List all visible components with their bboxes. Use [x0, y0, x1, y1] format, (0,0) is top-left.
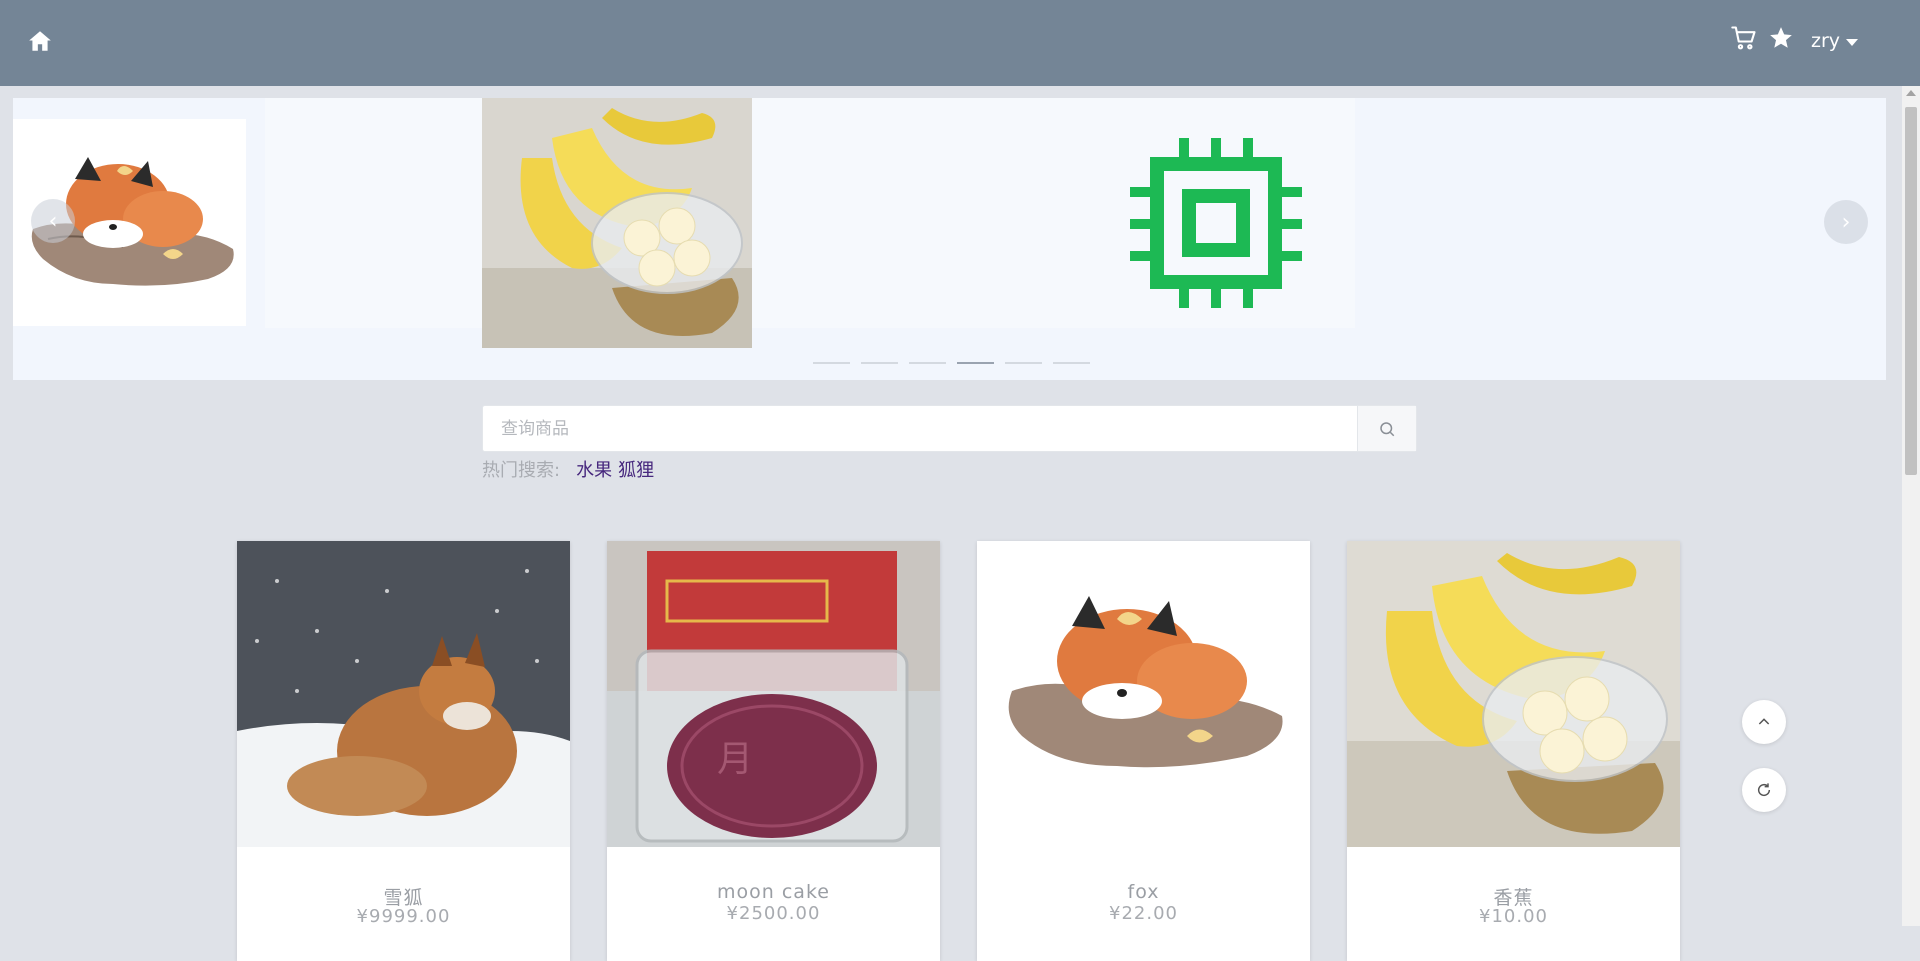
product-image [237, 541, 570, 847]
carousel-indicator[interactable] [909, 362, 946, 364]
svg-text:月: 月 [717, 739, 753, 780]
carousel-prev-button[interactable]: ‹ [31, 199, 75, 243]
search-input[interactable] [483, 406, 1357, 451]
star-icon[interactable] [1768, 25, 1794, 51]
scroll-top-button[interactable] [1742, 700, 1786, 744]
refresh-icon [1757, 783, 1771, 797]
product-image [977, 541, 1310, 847]
product-card-fox[interactable]: fox ¥22.00 [977, 541, 1310, 961]
search-bar [482, 405, 1417, 452]
carousel-indicator[interactable] [813, 362, 850, 364]
product-price: ¥2500.00 [726, 903, 821, 924]
chevron-up-icon [1758, 718, 1770, 725]
product-image: 月 [607, 541, 940, 847]
search-button[interactable] [1357, 406, 1416, 451]
user-dropdown[interactable]: zry [1811, 27, 1859, 55]
page-scrollbar[interactable] [1902, 86, 1920, 926]
carousel-indicator-active[interactable] [957, 362, 994, 364]
top-navbar: zry [0, 0, 1920, 86]
carousel-next-button[interactable]: › [1824, 200, 1868, 244]
carousel-indicator[interactable] [861, 362, 898, 364]
carousel-indicators [813, 362, 1090, 364]
username: zry [1811, 30, 1841, 52]
product-card-banana[interactable]: 香蕉 ¥10.00 [1347, 541, 1680, 961]
product-name: moon cake [717, 881, 830, 903]
home-icon[interactable] [27, 28, 53, 54]
chip-icon [1130, 138, 1302, 308]
product-image [1347, 541, 1680, 847]
carousel-indicator[interactable] [1005, 362, 1042, 364]
product-card-snow-fox[interactable]: 雪狐 ¥9999.00 [237, 541, 570, 961]
product-price: ¥10.00 [1479, 906, 1548, 927]
refresh-button[interactable] [1742, 768, 1786, 812]
product-card-moon-cake[interactable]: 月 moon cake ¥2500.00 [607, 541, 940, 961]
scroll-thumb[interactable] [1905, 107, 1917, 475]
hot-search: 热门搜索: 水果 狐狸 [482, 456, 654, 482]
caret-down-icon [1846, 38, 1859, 46]
carousel-slide-bananas [482, 98, 752, 348]
cart-icon[interactable] [1730, 24, 1758, 52]
product-price: ¥22.00 [1109, 903, 1178, 924]
banner-carousel[interactable]: ‹ › [13, 98, 1886, 380]
product-name: fox [1127, 881, 1160, 903]
hot-search-term-fox[interactable]: 狐狸 [618, 456, 654, 482]
carousel-indicator[interactable] [1053, 362, 1090, 364]
scroll-up-arrow[interactable] [1906, 90, 1916, 96]
search-icon [1380, 421, 1395, 436]
hot-search-label: 热门搜索: [482, 460, 561, 481]
hot-search-term-fruit[interactable]: 水果 [576, 456, 612, 482]
bananas-image [482, 98, 752, 348]
product-price: ¥9999.00 [356, 906, 451, 927]
